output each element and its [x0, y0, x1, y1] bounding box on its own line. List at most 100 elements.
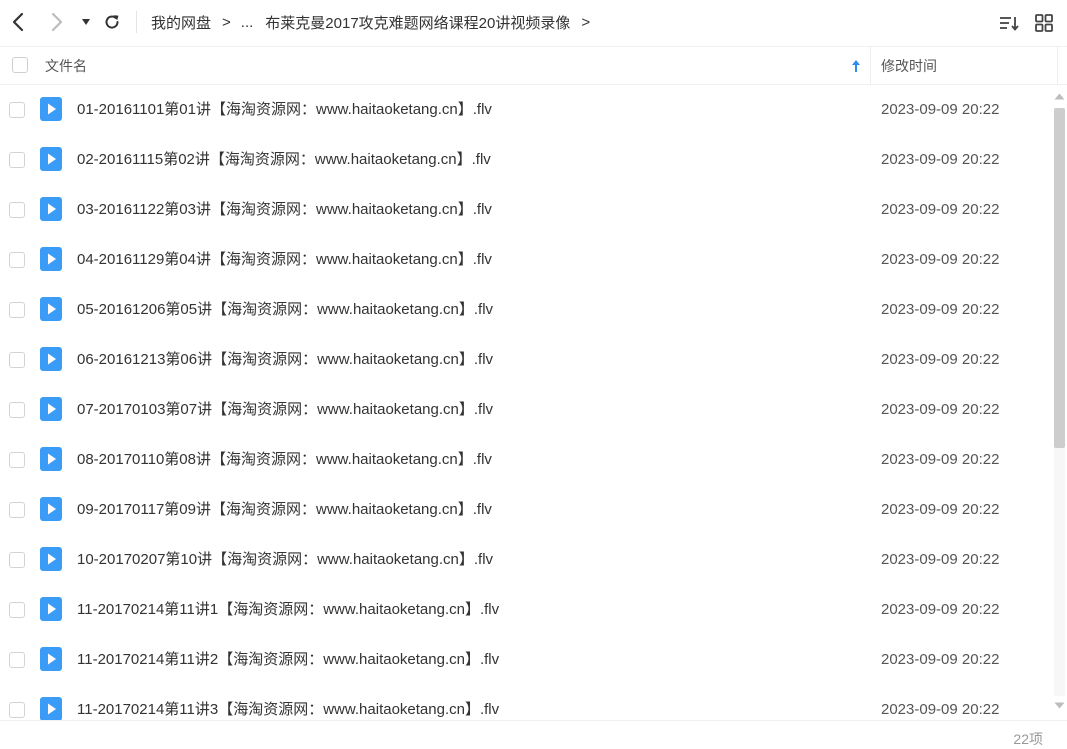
row-checkbox[interactable] — [9, 252, 25, 268]
history-dropdown-button[interactable] — [74, 8, 98, 36]
file-modified-time: 2023-09-09 20:22 — [881, 151, 1000, 168]
file-modified-time: 2023-09-09 20:22 — [881, 301, 1000, 318]
file-row[interactable]: 03-20161122第03讲【海淘资源网：www.haitaoketang.c… — [0, 185, 1052, 235]
row-checkbox[interactable] — [9, 602, 25, 618]
file-name[interactable]: 05-20161206第05讲【海淘资源网：www.haitaoketang.c… — [77, 285, 493, 335]
column-divider[interactable] — [1057, 47, 1058, 85]
file-row[interactable]: 08-20170110第08讲【海淘资源网：www.haitaoketang.c… — [0, 435, 1052, 485]
sort-button[interactable] — [996, 10, 1022, 36]
file-name[interactable]: 01-20161101第01讲【海淘资源网：www.haitaoketang.c… — [77, 85, 492, 135]
video-file-icon — [40, 297, 62, 321]
file-modified-time: 2023-09-09 20:22 — [881, 401, 1000, 418]
video-file-icon — [40, 647, 62, 671]
file-row[interactable]: 06-20161213第06讲【海淘资源网：www.haitaoketang.c… — [0, 335, 1052, 385]
back-button[interactable] — [6, 8, 30, 36]
row-checkbox[interactable] — [9, 502, 25, 518]
file-name[interactable]: 11-20170214第11讲3【海淘资源网：www.haitaoketang.… — [77, 685, 499, 720]
item-count: 22项 — [1013, 731, 1043, 747]
file-name[interactable]: 03-20161122第03讲【海淘资源网：www.haitaoketang.c… — [77, 185, 492, 235]
forward-button[interactable] — [45, 8, 69, 36]
column-divider[interactable] — [870, 47, 871, 85]
chevron-right-icon — [51, 12, 63, 32]
sort-ascending-button[interactable] — [848, 57, 864, 75]
row-checkbox[interactable] — [9, 452, 25, 468]
file-row[interactable]: 11-20170214第11讲1【海淘资源网：www.haitaoketang.… — [0, 585, 1052, 635]
file-name[interactable]: 07-20170103第07讲【海淘资源网：www.haitaoketang.c… — [77, 385, 493, 435]
arrow-up-icon — [852, 60, 860, 72]
sort-list-icon — [1000, 17, 1019, 31]
file-modified-time: 2023-09-09 20:22 — [881, 101, 1000, 118]
file-row[interactable]: 11-20170214第11讲2【海淘资源网：www.haitaoketang.… — [0, 635, 1052, 685]
row-checkbox[interactable] — [9, 652, 25, 668]
breadcrumb-separator: > — [222, 13, 231, 31]
row-checkbox[interactable] — [9, 702, 25, 718]
breadcrumb-ellipsis[interactable]: ... — [241, 14, 254, 31]
row-checkbox[interactable] — [9, 152, 25, 168]
file-name[interactable]: 11-20170214第11讲1【海淘资源网：www.haitaoketang.… — [77, 585, 499, 635]
breadcrumb-root[interactable]: 我的网盘 — [151, 12, 211, 33]
breadcrumb-separator: > — [581, 13, 591, 31]
file-name[interactable]: 02-20161115第02讲【海淘资源网：www.haitaoketang.c… — [77, 135, 491, 185]
column-header-modified-time[interactable]: 修改时间 — [881, 47, 937, 85]
file-modified-time: 2023-09-09 20:22 — [881, 601, 1000, 618]
file-row[interactable]: 02-20161115第02讲【海淘资源网：www.haitaoketang.c… — [0, 135, 1052, 185]
chevron-left-icon — [12, 12, 24, 32]
breadcrumb-current[interactable]: 布莱克曼2017攻克难题网络课程20讲视频录像 — [265, 12, 570, 33]
file-row[interactable]: 10-20170207第10讲【海淘资源网：www.haitaoketang.c… — [0, 535, 1052, 585]
row-checkbox[interactable] — [9, 552, 25, 568]
video-file-icon — [40, 497, 62, 521]
scrollbar-thumb[interactable] — [1054, 108, 1065, 448]
video-file-icon — [40, 197, 62, 221]
select-all-checkbox[interactable] — [12, 57, 28, 73]
toolbar-divider — [136, 11, 137, 33]
video-file-icon — [40, 597, 62, 621]
refresh-icon — [105, 15, 119, 29]
file-name[interactable]: 11-20170214第11讲2【海淘资源网：www.haitaoketang.… — [77, 635, 499, 685]
video-file-icon — [40, 697, 62, 720]
scroll-up-button[interactable] — [1054, 91, 1065, 101]
file-browser-window: 我的网盘 > ... 布莱克曼2017攻克难题网络课程20讲视频录像 > 文件名… — [0, 0, 1067, 749]
file-name[interactable]: 04-20161129第04讲【海淘资源网：www.haitaoketang.c… — [77, 235, 492, 285]
video-file-icon — [40, 397, 62, 421]
file-row[interactable]: 05-20161206第05讲【海淘资源网：www.haitaoketang.c… — [0, 285, 1052, 335]
file-name[interactable]: 09-20170117第09讲【海淘资源网：www.haitaoketang.c… — [77, 485, 492, 535]
row-checkbox[interactable] — [9, 402, 25, 418]
file-row[interactable]: 09-20170117第09讲【海淘资源网：www.haitaoketang.c… — [0, 485, 1052, 535]
row-checkbox[interactable] — [9, 102, 25, 118]
caret-down-icon — [82, 19, 90, 25]
row-checkbox[interactable] — [9, 202, 25, 218]
file-list: 01-20161101第01讲【海淘资源网：www.haitaoketang.c… — [0, 85, 1052, 720]
scrollbar-track[interactable] — [1054, 108, 1065, 696]
file-modified-time: 2023-09-09 20:22 — [881, 551, 1000, 568]
file-name[interactable]: 06-20161213第06讲【海淘资源网：www.haitaoketang.c… — [77, 335, 493, 385]
video-file-icon — [40, 347, 62, 371]
file-name[interactable]: 10-20170207第10讲【海淘资源网：www.haitaoketang.c… — [77, 535, 493, 585]
file-row[interactable]: 07-20170103第07讲【海淘资源网：www.haitaoketang.c… — [0, 385, 1052, 435]
breadcrumb: 我的网盘 > ... 布莱克曼2017攻克难题网络课程20讲视频录像 > — [151, 0, 600, 44]
vertical-scrollbar[interactable] — [1052, 88, 1067, 718]
file-row[interactable]: 11-20170214第11讲3【海淘资源网：www.haitaoketang.… — [0, 685, 1052, 720]
row-checkbox[interactable] — [9, 302, 25, 318]
grid-view-button[interactable] — [1031, 10, 1057, 36]
file-modified-time: 2023-09-09 20:22 — [881, 251, 1000, 268]
file-name[interactable]: 08-20170110第08讲【海淘资源网：www.haitaoketang.c… — [77, 435, 492, 485]
status-bar: 22项 — [0, 720, 1067, 749]
triangle-down-icon — [1054, 702, 1065, 708]
file-modified-time: 2023-09-09 20:22 — [881, 351, 1000, 368]
file-modified-time: 2023-09-09 20:22 — [881, 651, 1000, 668]
file-row[interactable]: 01-20161101第01讲【海淘资源网：www.haitaoketang.c… — [0, 85, 1052, 135]
video-file-icon — [40, 447, 62, 471]
row-checkbox[interactable] — [9, 352, 25, 368]
list-header: 文件名 修改时间 — [0, 46, 1067, 85]
scroll-down-button[interactable] — [1054, 700, 1065, 710]
video-file-icon — [40, 147, 62, 171]
file-modified-time: 2023-09-09 20:22 — [881, 701, 1000, 718]
file-row[interactable]: 04-20161129第04讲【海淘资源网：www.haitaoketang.c… — [0, 235, 1052, 285]
refresh-button[interactable] — [100, 8, 124, 36]
grid-view-icon — [1035, 14, 1053, 32]
file-modified-time: 2023-09-09 20:22 — [881, 501, 1000, 518]
column-header-name[interactable]: 文件名 — [45, 47, 87, 85]
video-file-icon — [40, 547, 62, 571]
video-file-icon — [40, 247, 62, 271]
file-modified-time: 2023-09-09 20:22 — [881, 451, 1000, 468]
